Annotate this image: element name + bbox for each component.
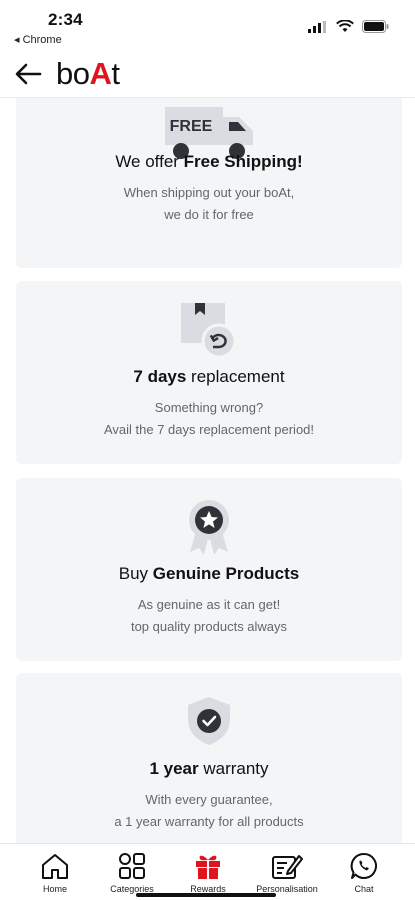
card-description: With every guarantee, a 1 year warranty …	[114, 792, 304, 829]
feature-card-free-shipping: FREE We offer Free Shipping! When shippi…	[16, 98, 402, 268]
card-description: When shipping out your boAt, we do it fo…	[123, 185, 295, 222]
status-icons	[308, 20, 389, 33]
card-title: 1 year warranty	[149, 759, 269, 778]
nav-chat[interactable]: Chat	[324, 852, 404, 894]
feature-card-warranty: 1 year warranty With every guarantee, a …	[16, 673, 402, 843]
card-title: We offer Free Shipping!	[115, 152, 303, 171]
card-title: 7 days replacement	[133, 367, 285, 386]
back-arrow-icon[interactable]	[14, 62, 42, 86]
home-icon	[42, 854, 68, 879]
replacement-box-icon	[181, 303, 237, 359]
chat-icon	[350, 852, 377, 879]
battery-icon	[362, 20, 389, 33]
feature-card-genuine: Buy Genuine Products As genuine as it ca…	[16, 478, 402, 661]
wifi-icon	[336, 20, 354, 32]
home-indicator[interactable]	[136, 893, 276, 897]
features-list[interactable]: FREE We offer Free Shipping! When shippi…	[0, 98, 415, 843]
card-title: Buy Genuine Products	[118, 564, 300, 583]
nav-categories[interactable]: Categories	[92, 852, 172, 894]
nav-label: Chat	[354, 884, 374, 894]
bottom-navigation: Home Categories Rewards Personalisation	[0, 843, 415, 900]
nav-personalisation[interactable]: Personalisation	[247, 852, 327, 894]
nav-label: Home	[42, 884, 67, 894]
free-badge-text: FREE	[170, 118, 213, 135]
logo-accent: A	[89, 56, 112, 91]
status-bar: 2:34 ◂ Chrome	[0, 0, 415, 50]
signal-icon	[308, 20, 326, 33]
status-time: 2:34	[48, 10, 83, 29]
card-description: Something wrong? Avail the 7 days replac…	[103, 400, 315, 437]
personalisation-icon	[272, 855, 303, 879]
categories-icon	[119, 853, 145, 879]
logo-suffix: t	[111, 56, 120, 91]
card-description: As genuine as it can get! top quality pr…	[130, 597, 288, 634]
nav-home[interactable]: Home	[15, 852, 95, 894]
back-to-app-link[interactable]: ◂ Chrome	[14, 33, 62, 46]
nav-rewards[interactable]: Rewards	[168, 852, 248, 894]
logo-prefix: bo	[56, 56, 90, 91]
shield-check-icon	[188, 697, 230, 745]
app-header: boAt	[0, 50, 415, 98]
badge-icon	[189, 500, 229, 555]
boat-logo[interactable]: boAt	[56, 56, 120, 92]
feature-card-replacement: 7 days replacement Something wrong? Avai…	[16, 281, 402, 464]
gift-icon	[196, 855, 220, 879]
